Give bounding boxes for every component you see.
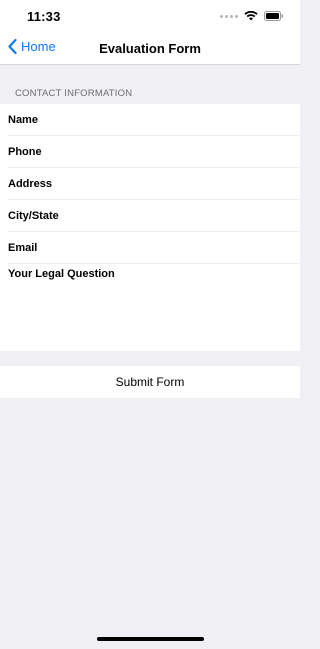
legal-question-textarea[interactable]: Your Legal Question <box>0 264 300 351</box>
address-field[interactable]: Address <box>0 168 300 200</box>
email-field-label: Email <box>8 242 38 254</box>
submit-form-button[interactable]: Submit Form <box>0 366 300 398</box>
cellular-signal-icon <box>220 14 238 18</box>
app-screen: 11:33 Home Evaluation Form CONTACT INFOR… <box>0 0 300 649</box>
phone-field-label: Phone <box>8 146 42 158</box>
status-bar: 11:33 <box>0 0 300 32</box>
navigation-bar: Home Evaluation Form <box>0 32 300 65</box>
name-field-label: Name <box>8 114 38 126</box>
wifi-icon <box>244 11 258 21</box>
address-field-label: Address <box>8 178 53 190</box>
city-state-field[interactable]: City/State <box>0 200 300 232</box>
contact-form: Name Phone Address City/State Email Your… <box>0 104 300 351</box>
status-icons <box>220 11 284 21</box>
legal-question-label: Your Legal Question <box>8 268 115 280</box>
name-field[interactable]: Name <box>0 104 300 136</box>
email-field[interactable]: Email <box>0 232 300 264</box>
status-time: 11:33 <box>27 9 61 24</box>
battery-icon <box>264 11 283 21</box>
section-header: CONTACT INFORMATION <box>15 88 133 99</box>
page-title: Evaluation Form <box>99 41 201 56</box>
phone-field[interactable]: Phone <box>0 136 300 168</box>
city-state-field-label: City/State <box>8 210 59 222</box>
home-indicator <box>97 637 204 641</box>
